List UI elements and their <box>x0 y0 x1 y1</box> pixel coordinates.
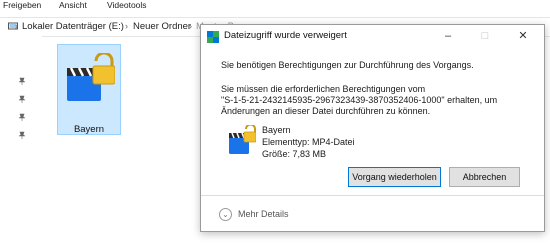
navigation-pane <box>0 36 42 244</box>
ribbon-tab-share[interactable]: Freigeben <box>3 0 41 10</box>
file-tile-label: Bayern <box>73 124 105 135</box>
file-tile-bayern[interactable]: Bayern <box>57 44 121 135</box>
chevron-down-icon: ⌄ <box>219 208 232 221</box>
file-name: Bayern <box>262 125 291 135</box>
video-file-lock-icon <box>67 53 115 101</box>
file-size: Größe: 7,83 MB <box>262 149 327 159</box>
breadcrumb-separator: › <box>189 21 192 31</box>
access-denied-dialog: Dateizugriff wurde verweigert – □ ✕ Sie … <box>200 24 545 232</box>
pin-icon <box>18 113 26 121</box>
dialog-message-line: "S-1-5-21-2432145935-2967323439-38703524… <box>221 95 498 105</box>
dialog-message-line: Sie benötigen Berechtigungen zur Durchfü… <box>221 60 474 70</box>
pin-icon <box>18 77 26 85</box>
ribbon-tab-videotools[interactable]: Videotools <box>107 0 147 10</box>
dialog-titlebar[interactable]: Dateizugriff wurde verweigert – □ ✕ <box>201 25 544 47</box>
ribbon: Freigeben Ansicht Videotools <box>0 0 550 12</box>
cancel-button[interactable]: Abbrechen <box>449 167 520 187</box>
dialog-message-line: Sie müssen die erforderlichen Berechtigu… <box>221 84 426 94</box>
video-file-lock-icon <box>229 125 256 154</box>
breadcrumb-separator: › <box>15 21 18 31</box>
retry-button[interactable]: Vorgang wiederholen <box>348 167 441 187</box>
breadcrumb-drive[interactable]: Lokaler Datenträger (E:) <box>22 21 124 32</box>
close-button[interactable]: ✕ <box>514 28 532 44</box>
breadcrumb-folder[interactable]: Neuer Ordner <box>133 21 191 32</box>
file-type: Elementtyp: MP4-Datei <box>262 137 355 147</box>
dialog-divider <box>201 195 544 196</box>
pin-icon <box>18 131 26 139</box>
maximize-button: □ <box>481 30 489 42</box>
dialog-title: Dateizugriff wurde verweigert <box>224 30 347 41</box>
minimize-button[interactable]: – <box>439 28 457 44</box>
breadcrumb-separator: › <box>125 21 128 31</box>
ribbon-tab-view[interactable]: Ansicht <box>59 0 87 10</box>
shield-icon <box>207 31 219 43</box>
pin-icon <box>18 95 26 103</box>
more-details-label: Mehr Details <box>238 209 289 219</box>
dialog-message-line: Änderungen an dieser Datei durchführen z… <box>221 106 431 116</box>
